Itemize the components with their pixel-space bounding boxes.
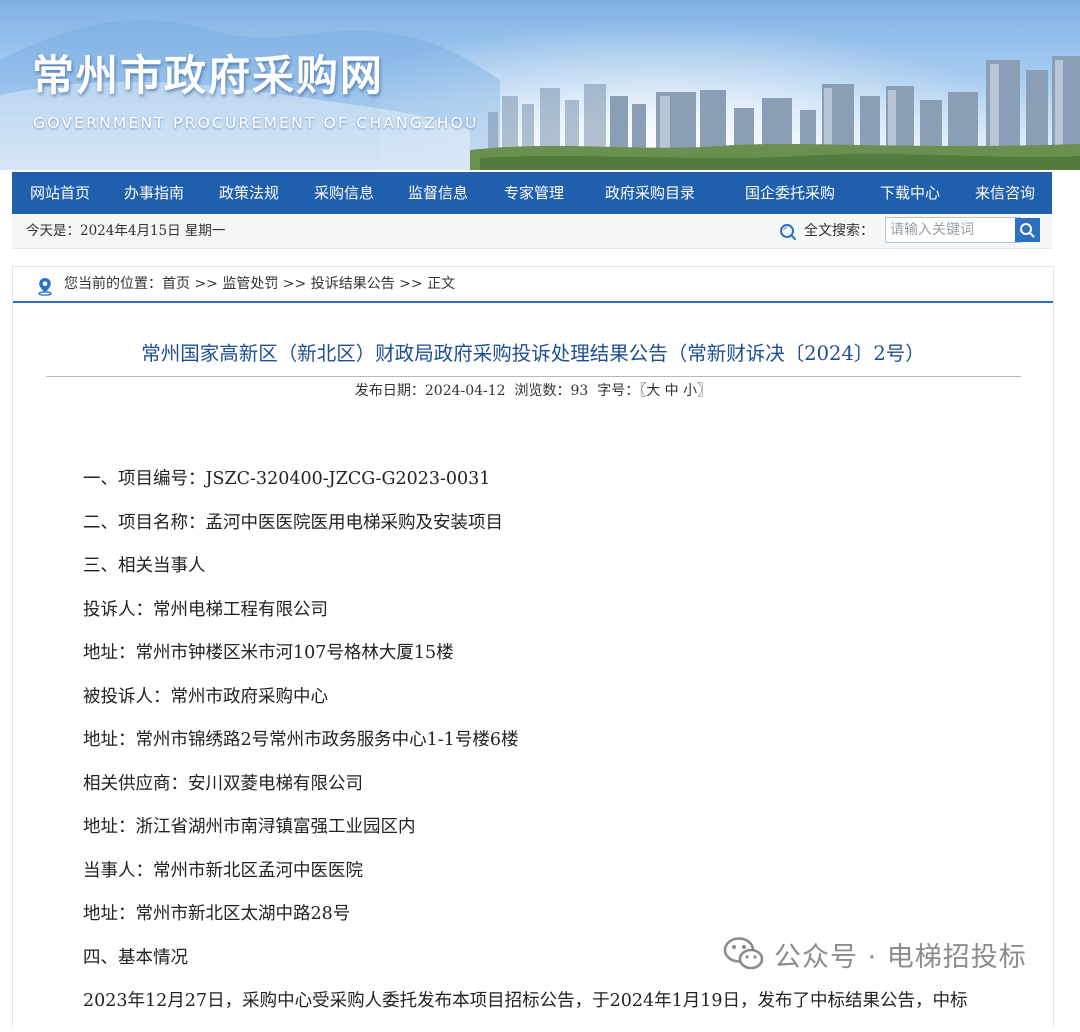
nav-item-soe-procurement[interactable]: 国企委托采购 xyxy=(718,172,862,214)
body-line: 地址：浙江省湖州市南浔镇富强工业园区内 xyxy=(83,817,416,837)
nav-item-procurement-info[interactable]: 采购信息 xyxy=(298,172,390,214)
nav-item-downloads[interactable]: 下载中心 xyxy=(862,172,958,214)
site-title: 常州市政府采购网 xyxy=(32,51,385,100)
title-divider xyxy=(46,376,1021,377)
date-search-bar: 今天是：2024年4月15日 星期一 全文搜索： xyxy=(12,214,1052,249)
nav-item-consult[interactable]: 来信咨询 xyxy=(958,172,1052,214)
body-line: 地址：常州市钟楼区米市河107号格林大厦15楼 xyxy=(83,643,454,663)
breadcrumb: 您当前的位置：首页 >> 监管处罚 >> 投诉结果公告 >> 正文 xyxy=(13,267,1053,303)
body-line: 三、相关当事人 xyxy=(83,556,206,576)
nav-item-supervision[interactable]: 监督信息 xyxy=(390,172,486,214)
nav-item-experts[interactable]: 专家管理 xyxy=(486,172,582,214)
body-line: 投诉人：常州电梯工程有限公司 xyxy=(83,599,328,620)
site-banner: 常州市政府采购网 GOVERNMENT PROCUREMENT OF CHANG… xyxy=(0,0,1080,170)
nav-item-home[interactable]: 网站首页 xyxy=(12,172,108,214)
site-subtitle: GOVERNMENT PROCUREMENT OF CHANGZHOU xyxy=(33,114,479,132)
body-line: 二、项目名称：孟河中医医院医用电梯采购及安装项目 xyxy=(83,512,503,533)
nav-item-guide[interactable]: 办事指南 xyxy=(108,172,200,214)
watermark-text: 公众号 · 电梯招投标 xyxy=(774,941,1027,973)
location-pin-icon xyxy=(38,278,52,296)
breadcrumb-text: 您当前的位置：首页 >> 监管处罚 >> 投诉结果公告 >> 正文 xyxy=(64,276,456,292)
article-title: 常州国家高新区（新北区）财政局政府采购投诉处理结果公告（常新财诉决〔2024〕2… xyxy=(141,342,925,365)
body-line: 当事人：常州市新北区孟河中医医院 xyxy=(83,860,363,881)
article-meta: 发布日期：2024-04-12 浏览数：93 字号：〖大 中 小〗 xyxy=(354,383,712,399)
wechat-icon xyxy=(723,937,764,970)
search-input[interactable] xyxy=(885,217,1021,243)
body-line: 2023年12月27日，采购中心受采购人委托发布本项目招标公告，于2024年1月… xyxy=(83,991,968,1011)
article-container: 您当前的位置：首页 >> 监管处罚 >> 投诉结果公告 >> 正文 常州国家高新… xyxy=(12,266,1054,1027)
main-nav: 网站首页 办事指南 政策法规 采购信息 监督信息 专家管理 政府采购目录 国企委… xyxy=(12,172,1052,214)
search-icon xyxy=(780,224,796,240)
body-line: 一、项目编号：JSZC-320400-JZCG-G2023-0031 xyxy=(83,469,491,489)
current-date: 今天是：2024年4月15日 星期一 xyxy=(26,223,226,239)
search-button[interactable] xyxy=(1015,218,1040,242)
body-line: 被投诉人：常州市政府采购中心 xyxy=(83,686,328,707)
magnifier-icon xyxy=(1020,223,1035,238)
body-line: 相关供应商：安川双菱电梯有限公司 xyxy=(83,773,363,794)
search-label: 全文搜索： xyxy=(804,223,874,239)
nav-item-policy[interactable]: 政策法规 xyxy=(200,172,298,214)
nav-item-catalog[interactable]: 政府采购目录 xyxy=(582,172,718,214)
watermark: 公众号 · 电梯招投标 xyxy=(722,934,1027,974)
body-line: 地址：常州市锦绣路2号常州市政务服务中心1-1号楼6楼 xyxy=(83,730,519,750)
